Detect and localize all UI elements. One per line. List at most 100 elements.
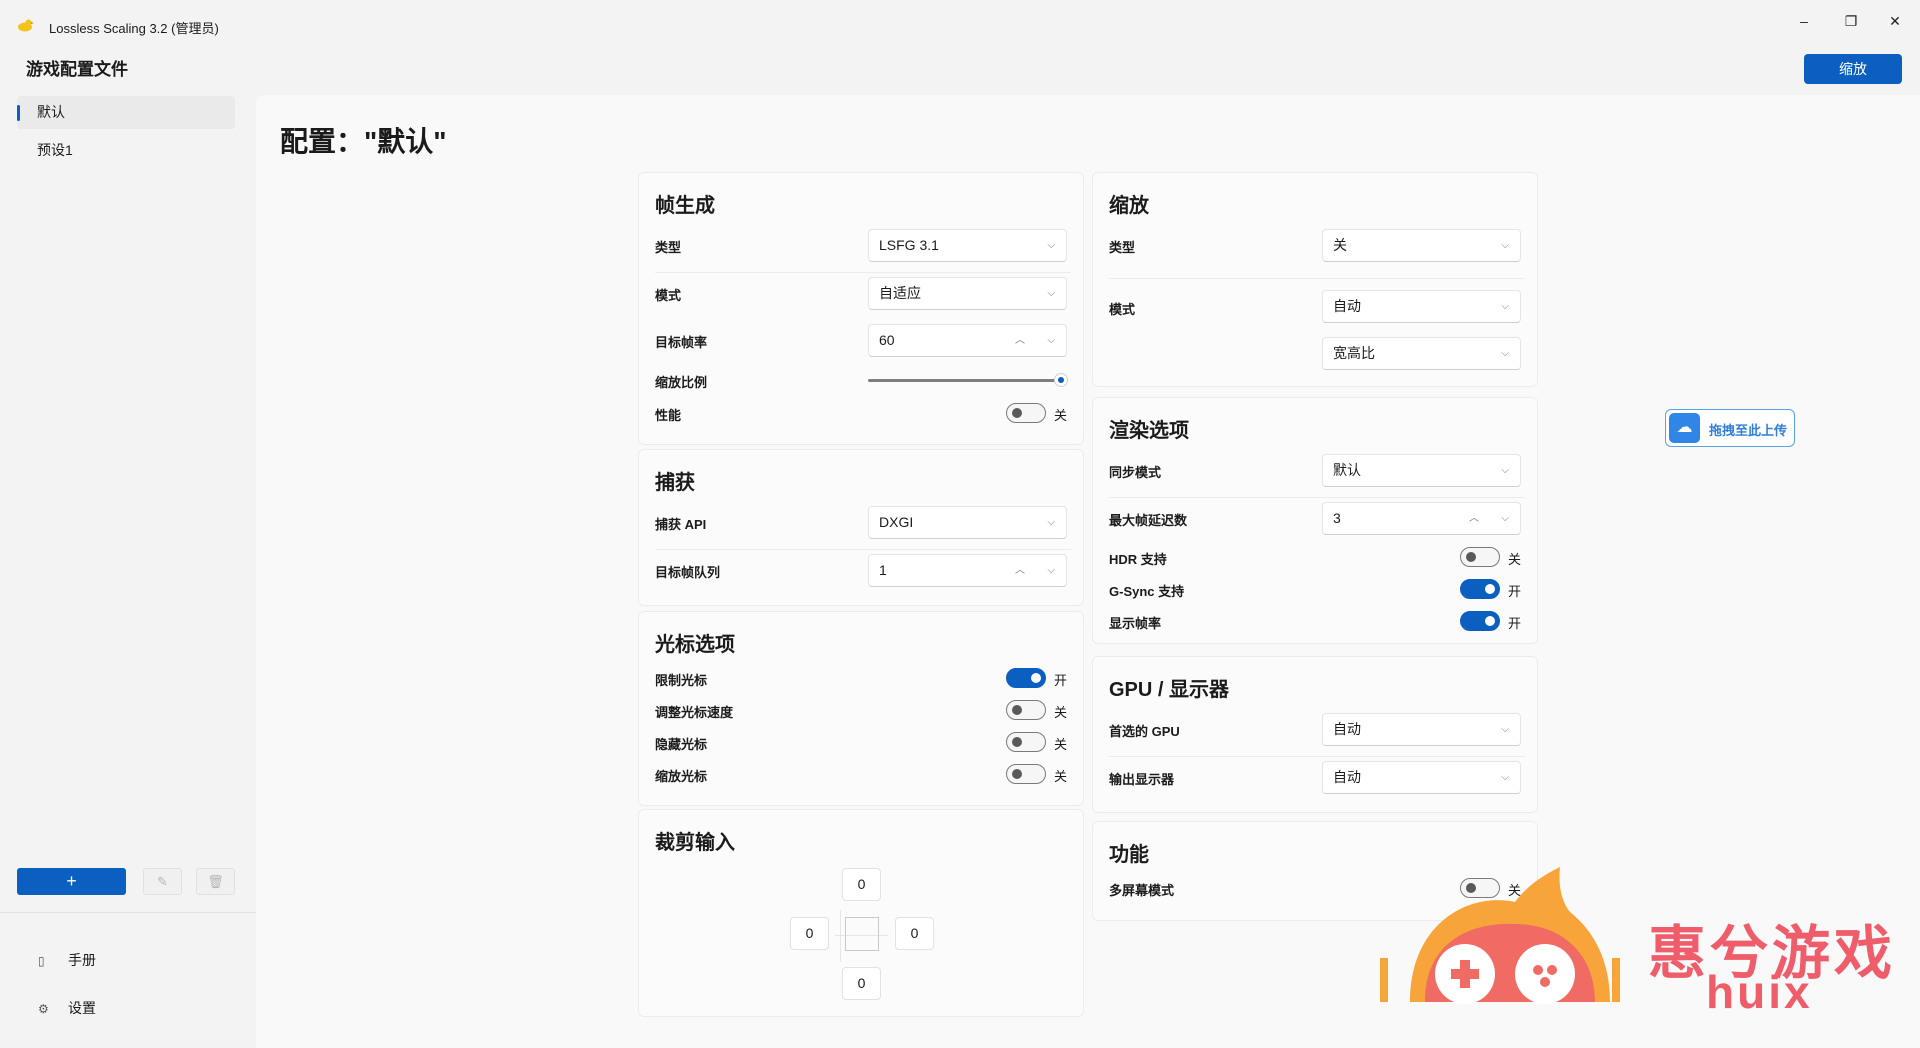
gpu-value: 自动: [1333, 721, 1361, 737]
capture-queue-spinner[interactable]: 1 ︿ ⌵: [868, 554, 1067, 587]
fg-perf-toggle[interactable]: 关: [1006, 403, 1076, 423]
toggle-switch[interactable]: [1006, 403, 1046, 423]
manual-label: 手册: [68, 952, 96, 968]
scaling-title: 缩放: [1109, 195, 1149, 217]
toggle-switch[interactable]: [1006, 732, 1046, 752]
add-profile-button[interactable]: +: [17, 868, 126, 895]
sync-mode-label: 同步模式: [1109, 465, 1162, 480]
capture-card: 捕获 捕获 API DXGI ⌵ 目标帧队列 1 ︿ ⌵: [638, 449, 1084, 606]
aspect-ratio-value: 宽高比: [1333, 345, 1375, 361]
toggle-switch[interactable]: [1006, 668, 1046, 688]
scaling-type-label: 类型: [1109, 240, 1136, 255]
crop-bottom-input[interactable]: 0: [842, 967, 881, 1000]
aspect-ratio-dropdown[interactable]: 宽高比 ⌵: [1322, 337, 1521, 370]
fg-scale-label: 缩放比例: [655, 375, 708, 390]
toggle-switch[interactable]: [1006, 700, 1046, 720]
chevron-down-icon: ⌵: [1501, 348, 1509, 359]
sync-mode-value: 默认: [1333, 462, 1361, 478]
fg-target-spinner[interactable]: 60 ︿ ⌵: [868, 324, 1067, 357]
sidebar-item-label: 预设1: [37, 142, 73, 158]
show-fps-toggle[interactable]: 开: [1460, 611, 1530, 631]
cursor-item-label: 限制光标: [655, 673, 708, 688]
toggle-state: 关: [1054, 737, 1068, 752]
toggle-state: 关: [1508, 552, 1522, 567]
toggle-switch[interactable]: [1460, 547, 1500, 567]
chevron-up-icon[interactable]: ︿: [1015, 555, 1025, 586]
chevron-down-icon: ⌵: [1501, 772, 1509, 783]
sidebar-title: 游戏配置文件: [26, 60, 128, 79]
settings-link[interactable]: ⚙ 设置: [38, 998, 96, 1018]
toggle-state: 关: [1054, 705, 1068, 720]
multi-screen-label: 多屏幕模式: [1109, 883, 1175, 898]
gear-icon: ⚙: [38, 1002, 49, 1016]
watermark-subtext: huix: [1706, 966, 1813, 1018]
chevron-down-icon: ⌵: [1047, 240, 1055, 251]
toggle-state: 关: [1054, 408, 1068, 423]
upload-label: 拖拽至此上传: [1709, 423, 1788, 438]
gpu-card: GPU / 显示器 首选的 GPU 自动 ⌵ 输出显示器 自动 ⌵: [1092, 656, 1538, 813]
fg-target-label: 目标帧率: [655, 335, 708, 350]
trash-icon: 🗑: [207, 874, 224, 889]
capture-title: 捕获: [655, 472, 695, 494]
chevron-up-icon[interactable]: ︿: [1015, 325, 1025, 356]
slider-thumb[interactable]: [1054, 373, 1068, 387]
toggle-switch[interactable]: [1460, 611, 1500, 631]
capture-api-dropdown[interactable]: DXGI ⌵: [868, 506, 1067, 539]
edit-profile-button[interactable]: ✎: [143, 868, 182, 895]
fg-mode-dropdown[interactable]: 自适应 ⌵: [868, 277, 1067, 310]
toggle-state: 开: [1508, 584, 1522, 599]
fg-type-label: 类型: [655, 240, 682, 255]
sidebar-item-preset1[interactable]: 预设1: [17, 134, 235, 167]
upload-drop-widget[interactable]: ☁ 拖拽至此上传: [1665, 409, 1795, 447]
divider: [1109, 278, 1525, 279]
scale-cursor-toggle[interactable]: 关: [1006, 764, 1076, 784]
scale-button[interactable]: 缩放: [1804, 54, 1902, 84]
capture-api-label: 捕获 API: [655, 517, 707, 532]
fg-scale-slider[interactable]: [868, 373, 1068, 387]
watermark-mascot-logo: [1380, 867, 1620, 1004]
cursor-speed-toggle[interactable]: 关: [1006, 700, 1076, 720]
slider-track: [868, 379, 1060, 382]
limit-cursor-toggle[interactable]: 开: [1006, 668, 1076, 688]
sync-mode-dropdown[interactable]: 默认 ⌵: [1322, 454, 1521, 487]
chevron-down-icon[interactable]: ⌵: [1047, 325, 1055, 356]
chevron-down-icon[interactable]: ⌵: [1501, 503, 1509, 534]
manual-link[interactable]: ▯ 手册: [38, 950, 96, 970]
gpu-label: 首选的 GPU: [1109, 724, 1180, 739]
fg-type-dropdown[interactable]: LSFG 3.1 ⌵: [868, 229, 1067, 262]
delete-profile-button[interactable]: 🗑: [196, 868, 235, 895]
chevron-down-icon[interactable]: ⌵: [1047, 555, 1055, 586]
gpu-dropdown[interactable]: 自动 ⌵: [1322, 713, 1521, 746]
max-latency-value: 3: [1333, 510, 1341, 526]
crop-card: 裁剪输入 0 0 0 0: [638, 809, 1084, 1017]
crop-top-input[interactable]: 0: [842, 868, 881, 901]
restore-button[interactable]: ❐: [1836, 10, 1866, 32]
chevron-down-icon: ⌵: [1047, 517, 1055, 528]
scaling-mode-dropdown[interactable]: 自动 ⌵: [1322, 290, 1521, 323]
toggle-switch[interactable]: [1460, 579, 1500, 599]
display-dropdown[interactable]: 自动 ⌵: [1322, 761, 1521, 794]
max-latency-label: 最大帧延迟数: [1109, 513, 1188, 528]
chevron-down-icon: ⌵: [1501, 465, 1509, 476]
scaling-type-dropdown[interactable]: 关 ⌵: [1322, 229, 1521, 262]
divider: [1109, 497, 1525, 498]
fg-mode-value: 自适应: [879, 285, 921, 301]
hdr-toggle[interactable]: 关: [1460, 547, 1530, 567]
crop-right-input[interactable]: 0: [895, 917, 934, 950]
gsync-toggle[interactable]: 开: [1460, 579, 1530, 599]
minimize-button[interactable]: –: [1789, 10, 1819, 32]
fg-type-value: LSFG 3.1: [879, 237, 939, 253]
crop-title: 裁剪输入: [655, 832, 735, 854]
max-latency-spinner[interactable]: 3 ︿ ⌵: [1322, 502, 1521, 535]
toggle-switch[interactable]: [1006, 764, 1046, 784]
chevron-up-icon[interactable]: ︿: [1469, 503, 1479, 534]
sidebar-item-default[interactable]: 默认: [17, 96, 235, 129]
features-title: 功能: [1109, 844, 1149, 866]
divider: [1109, 756, 1525, 757]
hide-cursor-toggle[interactable]: 关: [1006, 732, 1076, 752]
close-button[interactable]: ✕: [1880, 10, 1910, 32]
toggle-state: 开: [1508, 616, 1522, 631]
chevron-down-icon: ⌵: [1501, 724, 1509, 735]
title-bar: Lossless Scaling 3.2 (管理员) – ❐ ✕: [0, 0, 1920, 50]
crop-left-input[interactable]: 0: [790, 917, 829, 950]
